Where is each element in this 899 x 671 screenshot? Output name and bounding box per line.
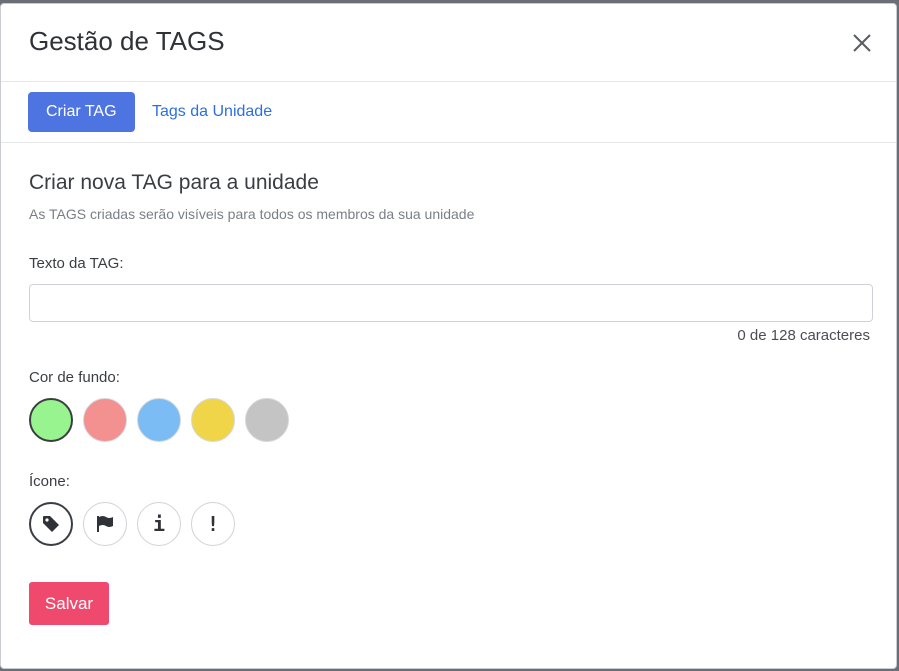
color-swatch-green[interactable]	[29, 398, 73, 442]
background-color-label: Cor de fundo:	[29, 369, 120, 386]
flag-icon	[97, 516, 113, 532]
tag-text-label: Texto da TAG:	[29, 255, 124, 272]
tabs-bar: Criar TAG Tags da Unidade	[1, 82, 896, 143]
icon-option-exclamation[interactable]: !	[191, 502, 235, 546]
color-swatch-red[interactable]	[83, 398, 127, 442]
tab-unit-tags[interactable]: Tags da Unidade	[134, 92, 290, 132]
tag-text-input[interactable]	[29, 284, 873, 322]
exclamation-icon: !	[206, 512, 220, 536]
tab-create-tag[interactable]: Criar TAG	[28, 92, 135, 132]
save-button[interactable]: Salvar	[29, 582, 109, 625]
color-swatch-gray[interactable]	[245, 398, 289, 442]
section-title: Criar nova TAG para a unidade	[29, 171, 319, 194]
color-swatch-blue[interactable]	[137, 398, 181, 442]
section-subtitle: As TAGS criadas serão visíveis para todo…	[29, 206, 475, 222]
modal-title: Gestão de TAGS	[29, 26, 225, 56]
info-icon: i	[152, 512, 166, 536]
character-counter: 0 de 128 caracteres	[737, 327, 870, 344]
icon-option-info[interactable]: i	[137, 502, 181, 546]
icon-label: Ícone:	[29, 473, 70, 490]
icon-option-tag[interactable]	[29, 502, 73, 546]
color-swatch-yellow[interactable]	[191, 398, 235, 442]
close-icon[interactable]	[850, 31, 874, 55]
icon-option-flag[interactable]	[83, 502, 127, 546]
modal-header: Gestão de TAGS	[1, 4, 896, 82]
tag-icon	[43, 516, 59, 532]
tag-management-modal: Gestão de TAGS Criar TAG Tags da Unidade…	[0, 3, 897, 669]
